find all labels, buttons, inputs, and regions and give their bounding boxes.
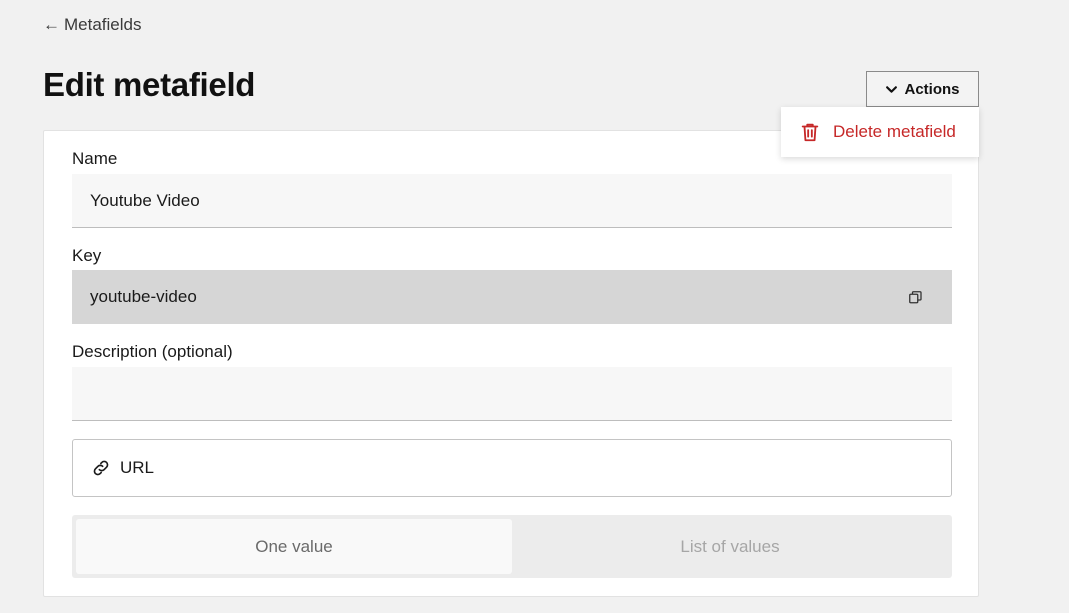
- description-label: Description (optional): [72, 342, 233, 361]
- trash-icon: [801, 123, 819, 142]
- key-value: youtube-video: [90, 287, 197, 306]
- value-mode-toggle: One value List of values: [72, 515, 952, 578]
- type-label: URL: [120, 458, 155, 477]
- name-label: Name: [72, 149, 118, 168]
- actions-button[interactable]: Actions: [866, 71, 979, 107]
- name-input[interactable]: [72, 174, 952, 228]
- copy-icon[interactable]: [909, 291, 922, 304]
- delete-metafield-menu-item[interactable]: Delete metafield: [781, 107, 979, 157]
- delete-metafield-label: Delete metafield: [833, 122, 956, 141]
- metafield-form-card: Name Key youtube-video Description (opti…: [43, 130, 979, 597]
- chevron-down-icon: [886, 85, 898, 93]
- key-label: Key: [72, 246, 102, 265]
- description-input[interactable]: [72, 367, 952, 421]
- edit-metafield-page: ← Metafields Edit metafield Actions Name…: [0, 0, 1069, 613]
- key-field: youtube-video: [72, 270, 952, 324]
- back-link[interactable]: ← Metafields: [43, 15, 141, 35]
- one-value-option[interactable]: One value: [76, 519, 512, 574]
- back-link-label: Metafields: [64, 15, 142, 34]
- link-icon: [93, 460, 109, 476]
- back-arrow-icon: ←: [43, 15, 60, 34]
- type-selector[interactable]: URL: [72, 439, 952, 497]
- list-of-values-option[interactable]: List of values: [512, 519, 948, 574]
- page-title: Edit metafield: [43, 66, 256, 103]
- actions-button-label: Actions: [904, 80, 960, 98]
